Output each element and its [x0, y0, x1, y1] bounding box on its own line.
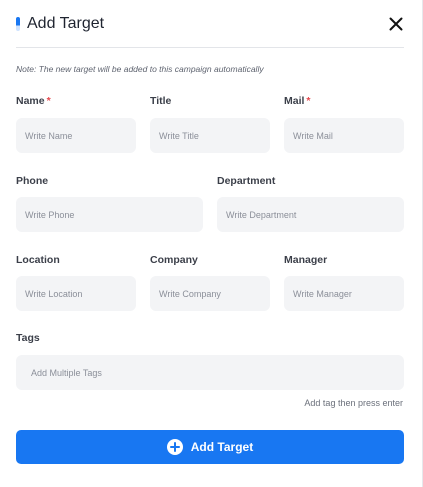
- close-icon: [389, 17, 403, 31]
- mail-label: Mail *: [284, 95, 311, 107]
- phone-label: Phone: [16, 175, 48, 187]
- manager-label: Manager: [284, 254, 327, 266]
- location-label: Location: [16, 254, 60, 266]
- title-label-text: Title: [150, 95, 172, 107]
- tags-hint: Add tag then press enter: [304, 398, 403, 408]
- panel-header: Add Target: [16, 12, 406, 36]
- name-required-mark: *: [46, 95, 51, 107]
- close-button[interactable]: [386, 14, 406, 34]
- company-label: Company: [150, 254, 198, 266]
- location-label-text: Location: [16, 254, 60, 266]
- phone-input[interactable]: [16, 197, 203, 232]
- name-label: Name *: [16, 95, 51, 107]
- manager-label-text: Manager: [284, 254, 328, 266]
- name-input[interactable]: [16, 118, 136, 153]
- header-divider: [16, 47, 404, 48]
- plus-circle-icon: [166, 439, 183, 455]
- tags-label: Tags: [16, 332, 40, 344]
- title-label: Title: [150, 95, 171, 107]
- location-input[interactable]: [16, 276, 136, 311]
- company-label-text: Company: [150, 254, 198, 266]
- tags-input[interactable]: [16, 355, 404, 390]
- panel-title: Add Target: [27, 15, 105, 32]
- mail-input[interactable]: [284, 118, 404, 153]
- title-input[interactable]: [150, 118, 270, 153]
- name-label-text: Name: [16, 95, 45, 107]
- campaign-note: Note: The new target will be added to th…: [16, 64, 264, 74]
- phone-label-text: Phone: [16, 175, 49, 187]
- department-label-text: Department: [217, 175, 276, 187]
- department-label: Department: [217, 175, 275, 187]
- tags-label-text: Tags: [16, 332, 40, 344]
- add-target-panel: Add Target Note: The new target will be …: [0, 0, 423, 487]
- mail-label-text: Mail: [284, 95, 305, 107]
- company-input[interactable]: [150, 276, 270, 311]
- department-input[interactable]: [217, 197, 404, 232]
- add-target-button[interactable]: Add Target: [16, 430, 404, 464]
- mail-required-mark: *: [306, 95, 311, 107]
- title-accent-bar: [16, 17, 20, 31]
- title-wrap: Add Target: [16, 15, 104, 33]
- manager-input[interactable]: [284, 276, 404, 311]
- add-target-button-label: Add Target: [190, 440, 254, 454]
